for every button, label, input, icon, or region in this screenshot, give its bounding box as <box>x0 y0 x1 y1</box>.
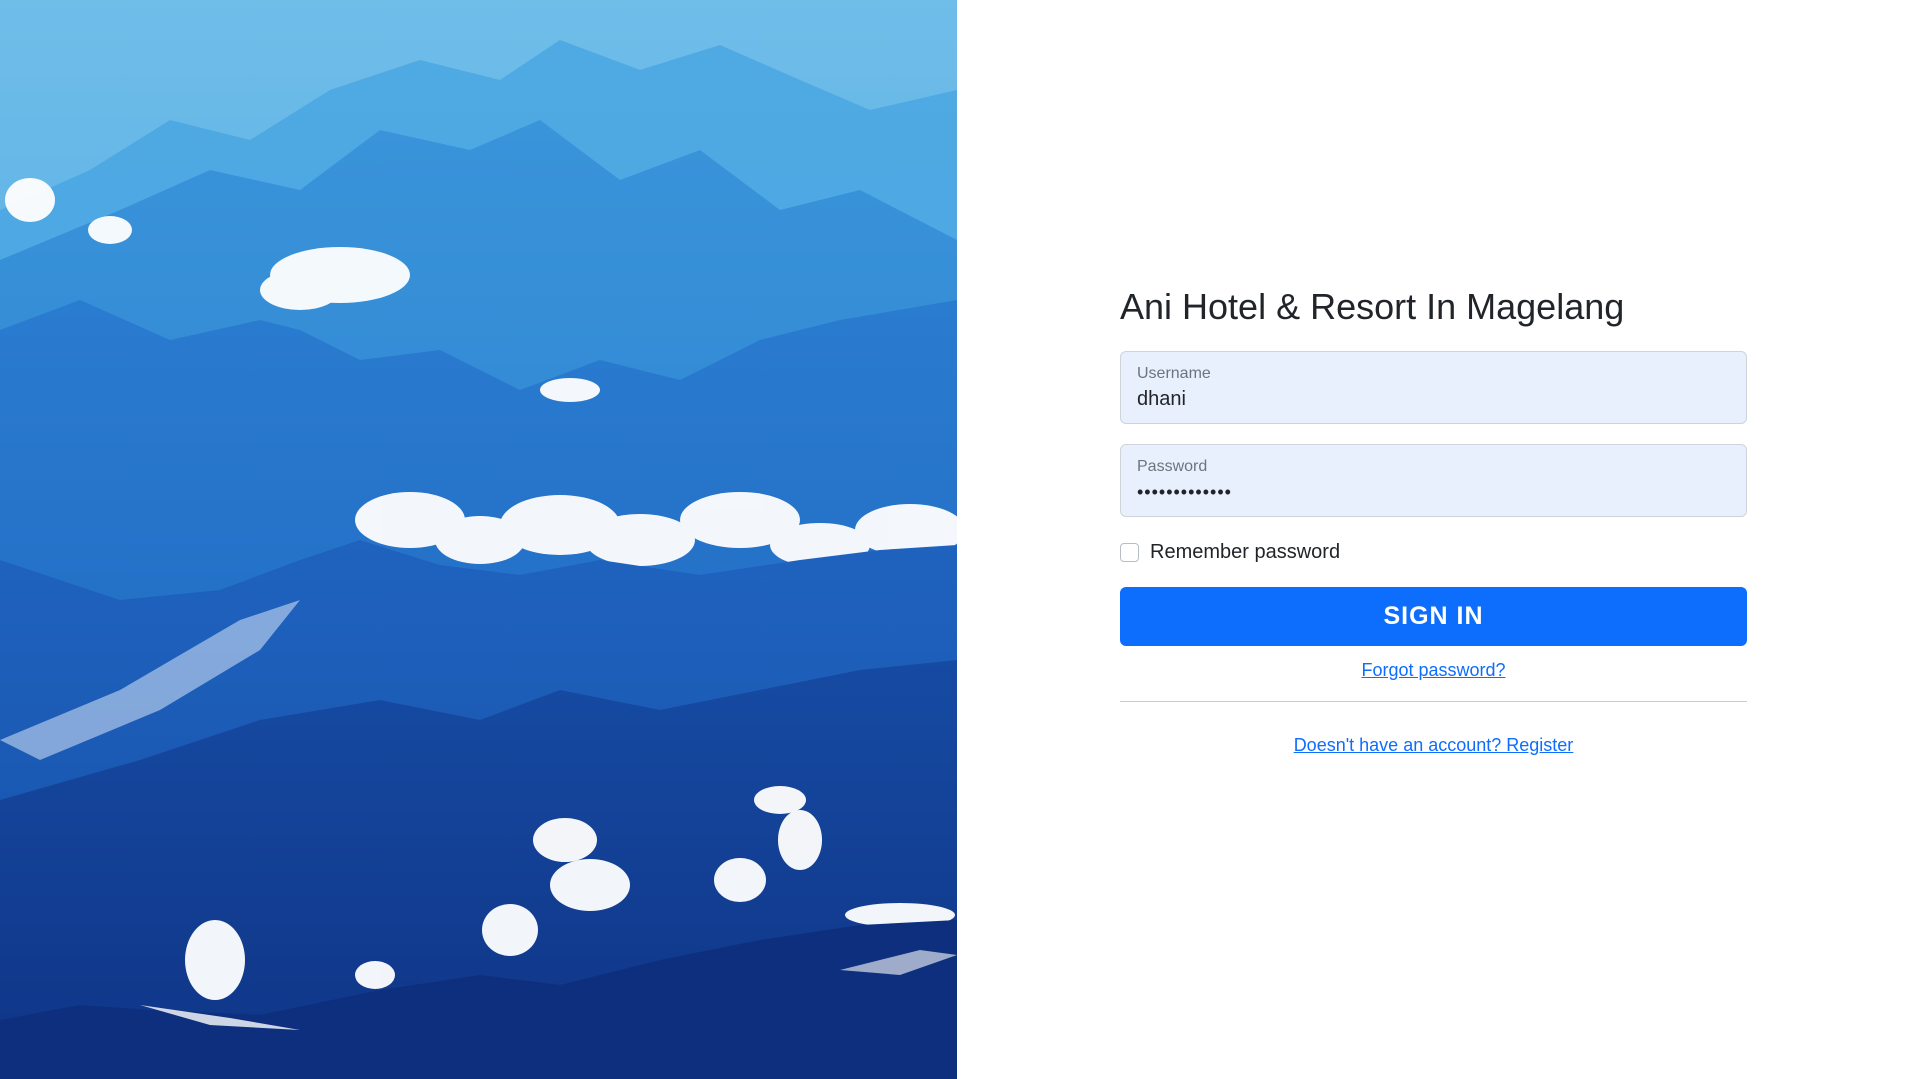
login-panel: Ani Hotel & Resort In Magelang Username … <box>957 0 1919 1079</box>
password-field[interactable]: Password <box>1120 444 1747 517</box>
hero-image <box>0 0 957 1079</box>
forgot-password-link[interactable]: Forgot password? <box>1120 660 1747 681</box>
remember-password-checkbox[interactable] <box>1120 542 1139 562</box>
mountain-landscape-icon <box>0 0 957 1079</box>
password-input[interactable] <box>1121 475 1746 509</box>
login-page: Ani Hotel & Resort In Magelang Username … <box>0 0 1919 1079</box>
page-title: Ani Hotel & Resort In Magelang <box>1120 286 1625 327</box>
register-link[interactable]: Doesn't have an account? Register <box>1120 735 1747 756</box>
username-field[interactable]: Username <box>1120 351 1747 424</box>
username-input[interactable] <box>1121 382 1746 416</box>
username-label: Username <box>1137 365 1211 382</box>
remember-password-row[interactable]: Remember password <box>1120 537 1747 567</box>
remember-password-label[interactable]: Remember password <box>1150 541 1340 564</box>
divider <box>1120 701 1747 702</box>
login-form: Ani Hotel & Resort In Magelang Username … <box>1120 285 1747 756</box>
sign-in-button[interactable]: SIGN IN <box>1120 587 1747 646</box>
password-label: Password <box>1137 458 1208 475</box>
